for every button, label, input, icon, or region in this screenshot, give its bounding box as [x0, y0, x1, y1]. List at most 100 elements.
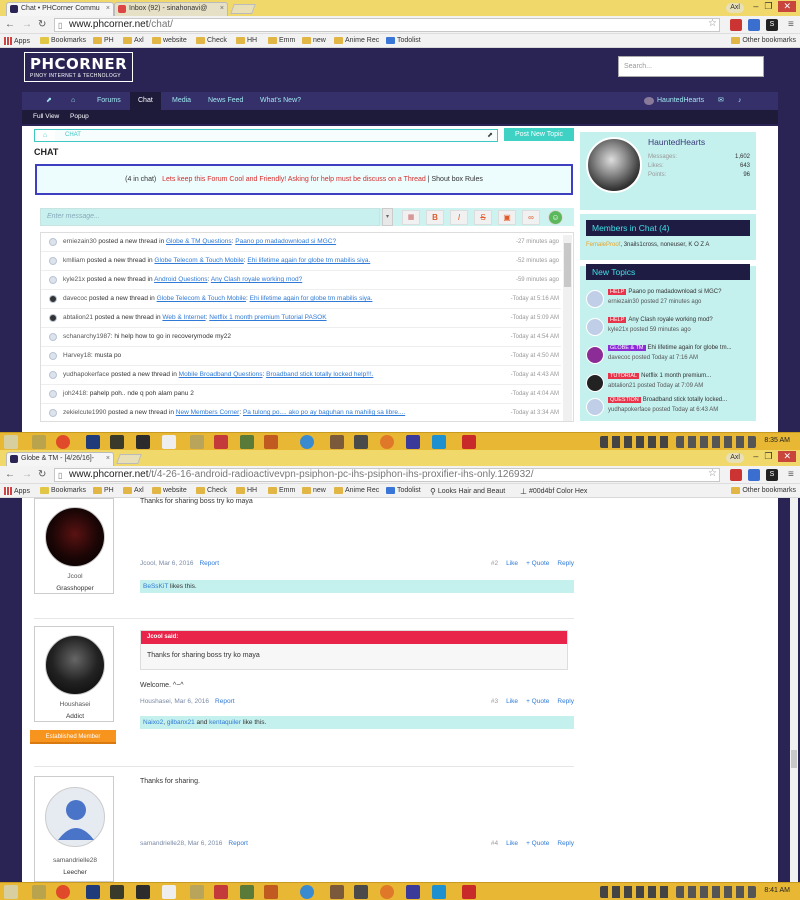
- start-icon[interactable]: [4, 885, 18, 899]
- quote-link[interactable]: + Quote: [526, 840, 549, 847]
- menu-icon[interactable]: ≡: [788, 469, 794, 480]
- avatar[interactable]: [586, 374, 604, 392]
- document-icon[interactable]: [162, 885, 176, 899]
- avatar[interactable]: [49, 314, 57, 322]
- nav-forums[interactable]: Forums: [97, 92, 121, 110]
- avatar[interactable]: [49, 409, 57, 417]
- start-icon[interactable]: [4, 435, 18, 449]
- firefox-icon[interactable]: [380, 435, 394, 449]
- app-icon[interactable]: [462, 885, 476, 899]
- profile-chip[interactable]: Axl: [726, 453, 744, 463]
- extension-icon[interactable]: S: [766, 19, 778, 31]
- grid-icon[interactable]: ▦: [402, 210, 420, 225]
- bookmark-emm[interactable]: Emm: [268, 37, 295, 44]
- avatar[interactable]: [49, 390, 57, 398]
- chrome-icon[interactable]: [56, 435, 70, 449]
- smiley-icon[interactable]: ☺: [548, 210, 563, 225]
- post-new-topic-button[interactable]: Post New Topic: [504, 128, 574, 141]
- bookmark-check[interactable]: Check: [196, 487, 227, 494]
- breadcrumb-chat[interactable]: CHAT: [65, 130, 81, 141]
- external-link-icon[interactable]: ⬈: [487, 130, 493, 141]
- bookmark-new[interactable]: new: [302, 37, 326, 44]
- other-bookmarks[interactable]: Other bookmarks: [731, 37, 796, 44]
- bold-button[interactable]: B: [426, 210, 444, 225]
- bookmark-todolist[interactable]: Todolist: [386, 37, 421, 44]
- avatar[interactable]: [49, 257, 57, 265]
- avatar[interactable]: [49, 352, 57, 360]
- quote-link[interactable]: + Quote: [526, 698, 549, 705]
- other-bookmarks[interactable]: Other bookmarks: [731, 487, 796, 494]
- bookmark-star-icon[interactable]: ☆: [708, 468, 717, 479]
- app-icon[interactable]: [136, 885, 150, 899]
- bookmark-anime-rec[interactable]: Anime Rec: [334, 487, 379, 494]
- home-icon[interactable]: ⌂: [35, 130, 55, 141]
- bookmark-ph[interactable]: PH: [93, 37, 114, 44]
- app-icon[interactable]: [354, 435, 368, 449]
- tray-icons[interactable]: [676, 886, 756, 898]
- list-item[interactable]: GLOBE & TM Ehi lifetime again for globe t…: [586, 344, 750, 366]
- report-link[interactable]: Report: [228, 840, 248, 847]
- app-icon[interactable]: [214, 435, 228, 449]
- bookmark-color-hex[interactable]: ⊥ #00d4bf Color Hex: [520, 487, 587, 496]
- back-icon[interactable]: ←: [5, 469, 15, 480]
- maximize-icon[interactable]: ❐: [764, 451, 772, 462]
- app-icon[interactable]: [406, 435, 420, 449]
- avatar[interactable]: [586, 290, 604, 308]
- like-link[interactable]: Like: [506, 560, 518, 567]
- shoutbox-rules-link[interactable]: Shout box Rules: [432, 176, 483, 183]
- app-icon[interactable]: [190, 885, 204, 899]
- minimize-icon[interactable]: –: [753, 1, 758, 12]
- close-tab-icon[interactable]: ×: [106, 3, 110, 15]
- nav-media[interactable]: Media: [172, 92, 191, 110]
- extension-icon[interactable]: [730, 469, 742, 481]
- avatar[interactable]: [49, 295, 57, 303]
- url-field[interactable]: ▯ www.phcorner.net/chat/: [54, 18, 720, 32]
- reply-link[interactable]: Reply: [557, 560, 574, 567]
- bookmark-looks-hair[interactable]: ⚲ Looks Hair and Beaut: [430, 487, 505, 496]
- menu-icon[interactable]: ≡: [788, 19, 794, 30]
- app-icon[interactable]: [110, 435, 124, 449]
- strike-button[interactable]: S: [474, 210, 492, 225]
- app-icon[interactable]: [240, 435, 254, 449]
- scroll-thumb[interactable]: [791, 750, 797, 768]
- list-item[interactable]: HELP Any Clash royale working mod? kyle21x…: [586, 316, 750, 338]
- subnav-popup[interactable]: Popup: [70, 113, 89, 120]
- skype-icon[interactable]: [432, 885, 446, 899]
- back-icon[interactable]: ←: [5, 19, 15, 30]
- photoshop-icon[interactable]: [86, 435, 100, 449]
- new-tab-button[interactable]: [230, 4, 256, 14]
- close-tab-icon[interactable]: ×: [220, 3, 224, 15]
- bookmark-star-icon[interactable]: ☆: [708, 18, 717, 29]
- profile-name[interactable]: HauntedHearts: [648, 137, 705, 147]
- close-window-icon[interactable]: ✕: [778, 451, 796, 462]
- forward-icon[interactable]: →: [22, 469, 32, 480]
- photoshop-icon[interactable]: [86, 885, 100, 899]
- list-item[interactable]: HELP Paano po madadownload si MGC? ernieza…: [586, 288, 750, 310]
- avatar[interactable]: [586, 346, 604, 364]
- profile-chip[interactable]: Axl: [726, 3, 744, 13]
- list-item[interactable]: QUESTION Broadband stick totally locked..…: [586, 396, 750, 418]
- shoutbox-scrollbar[interactable]: [563, 235, 572, 421]
- reply-link[interactable]: Reply: [557, 840, 574, 847]
- message-input[interactable]: Enter message...: [40, 208, 380, 226]
- bookmark-axl[interactable]: Axl: [123, 37, 144, 44]
- reload-icon[interactable]: ↻: [38, 469, 46, 480]
- username[interactable]: Jcool: [35, 573, 115, 580]
- scroll-thumb[interactable]: [564, 243, 571, 287]
- tab-thread[interactable]: Globe & TM - [4/26/16]- ×: [6, 452, 114, 466]
- app-icon[interactable]: [330, 435, 344, 449]
- like-link[interactable]: Like: [506, 840, 518, 847]
- folder-icon[interactable]: [32, 885, 46, 899]
- avatar[interactable]: [45, 507, 105, 567]
- app-icon[interactable]: [330, 885, 344, 899]
- search-input[interactable]: Search...: [618, 56, 764, 77]
- avatar[interactable]: [49, 333, 57, 341]
- bookmark-bookmarks[interactable]: Bookmarks: [40, 37, 86, 44]
- app-icon[interactable]: [136, 435, 150, 449]
- extension-icon[interactable]: [748, 19, 760, 31]
- app-icon[interactable]: [264, 435, 278, 449]
- username[interactable]: Houshasei: [35, 701, 115, 708]
- external-link-icon[interactable]: ⬈: [46, 92, 52, 110]
- bookmark-apps[interactable]: Apps: [4, 37, 30, 45]
- avatar[interactable]: [49, 238, 57, 246]
